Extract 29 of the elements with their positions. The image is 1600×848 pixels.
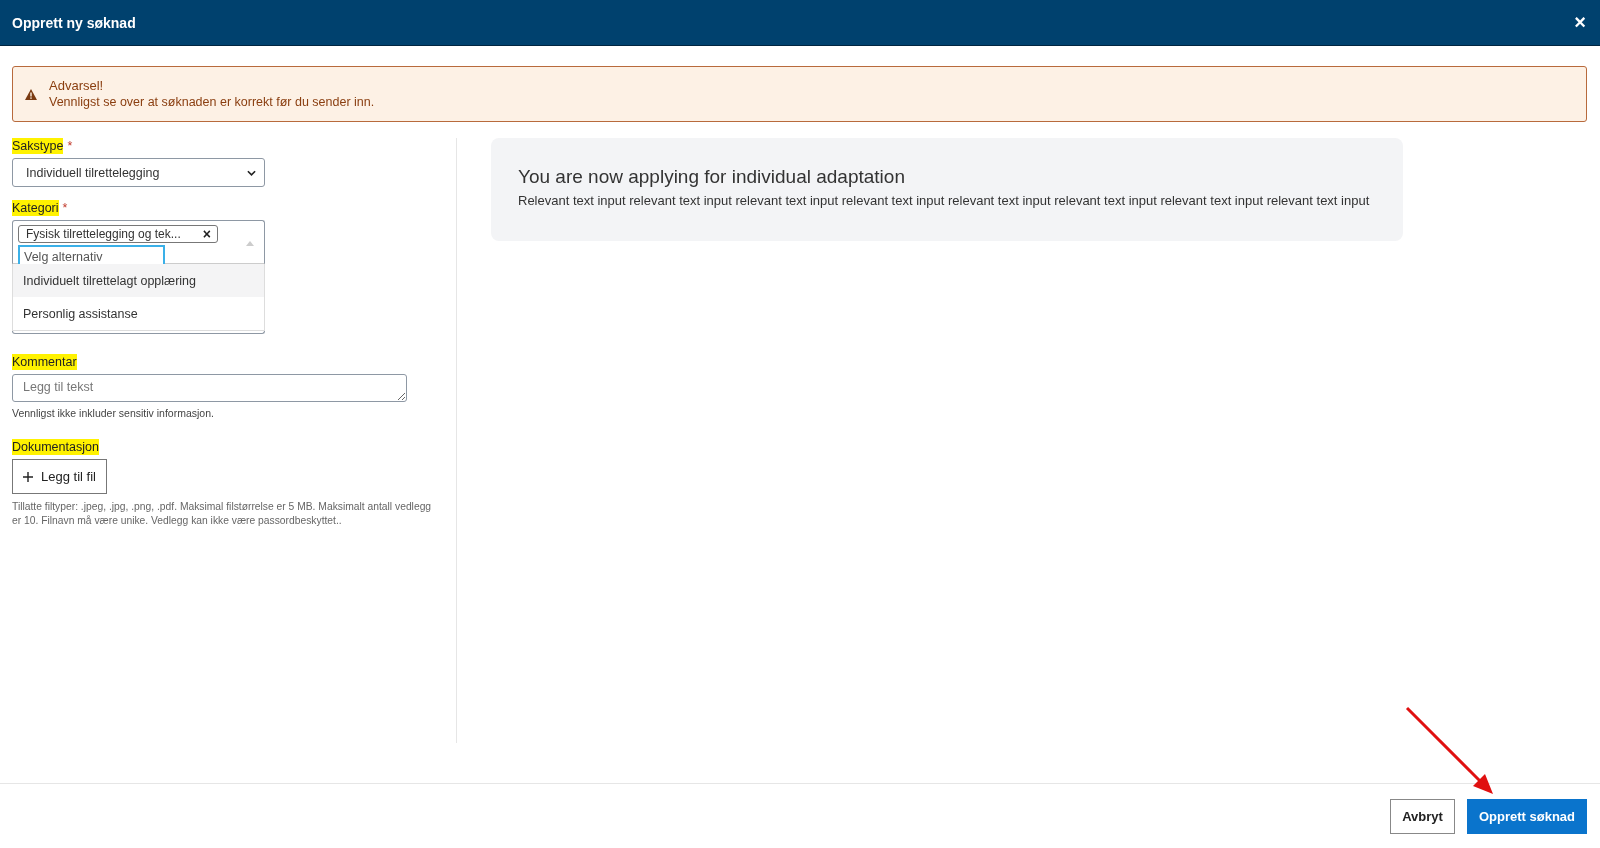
panel-title: You are now applying for individual adaptation	[518, 166, 906, 188]
field-label: Kategori	[12, 200, 59, 216]
hint-text: Vennligst ikke inkluder sensitiv informasjon.	[12, 407, 215, 419]
close-button[interactable]: ×	[1572, 11, 1588, 34]
select-field[interactable]: Individuell tilrettelegging	[12, 158, 265, 187]
alert-message: Vennligst se over at søknaden er korrekt før du sender inn.	[49, 94, 375, 111]
caret-up-icon	[246, 241, 254, 246]
field-label: Dokumentasjon	[12, 439, 99, 455]
select-value: Individuell tilrettelegging	[26, 165, 160, 180]
comment-field[interactable]: Legg til tekst	[12, 374, 407, 402]
dropdown-option[interactable]: Individuelt tilrettelagt opplæring	[13, 264, 264, 297]
field-label: Kommentar	[12, 354, 77, 370]
submit-button[interactable]: Opprett søknad	[1466, 798, 1587, 834]
plus-icon	[23, 471, 33, 482]
field-label: Sakstype	[12, 138, 64, 154]
panel-text: Relevant text input relevant text input relevant text input relevant text input relevant text input relevant text input relevant text input relevant text input	[518, 193, 1371, 208]
window-title: Opprett ny søknad	[12, 14, 136, 31]
search-input[interactable]: Velg alternativ	[18, 245, 165, 266]
alert-title: Advarsel!	[49, 77, 105, 94]
warning-icon	[25, 88, 37, 100]
chevron-down-icon	[247, 169, 256, 176]
add-file-button[interactable]: Legg til fil	[12, 459, 107, 494]
remove-tag-button[interactable]: ×	[202, 227, 211, 241]
cancel-button[interactable]: Avbryt	[1390, 798, 1455, 834]
file-hint-text: Tillatte filtyper: .jpeg, .jpg, .png, .pdf. Maksimal filstørrelse er 5 MB. Maksimalt antall vedlegg er 10. Filnavn må være unike. Vedlegg kan ikke være passordbeskyttet..	[12, 500, 432, 528]
tag-label: Fysisk tilrettelegging og tek...	[26, 227, 181, 241]
dropdown-option[interactable]: Personlig assistanse	[13, 297, 264, 330]
required-mark: *	[62, 201, 68, 215]
required-mark: *	[67, 139, 73, 153]
